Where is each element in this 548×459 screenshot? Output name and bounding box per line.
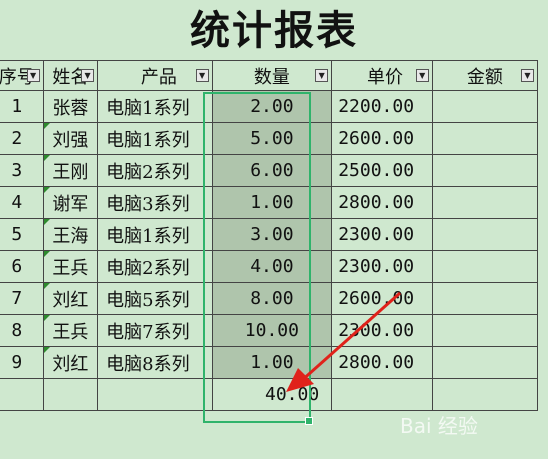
annotation-arrow-icon	[286, 291, 401, 392]
watermark-text: Bai 经验	[400, 414, 478, 438]
